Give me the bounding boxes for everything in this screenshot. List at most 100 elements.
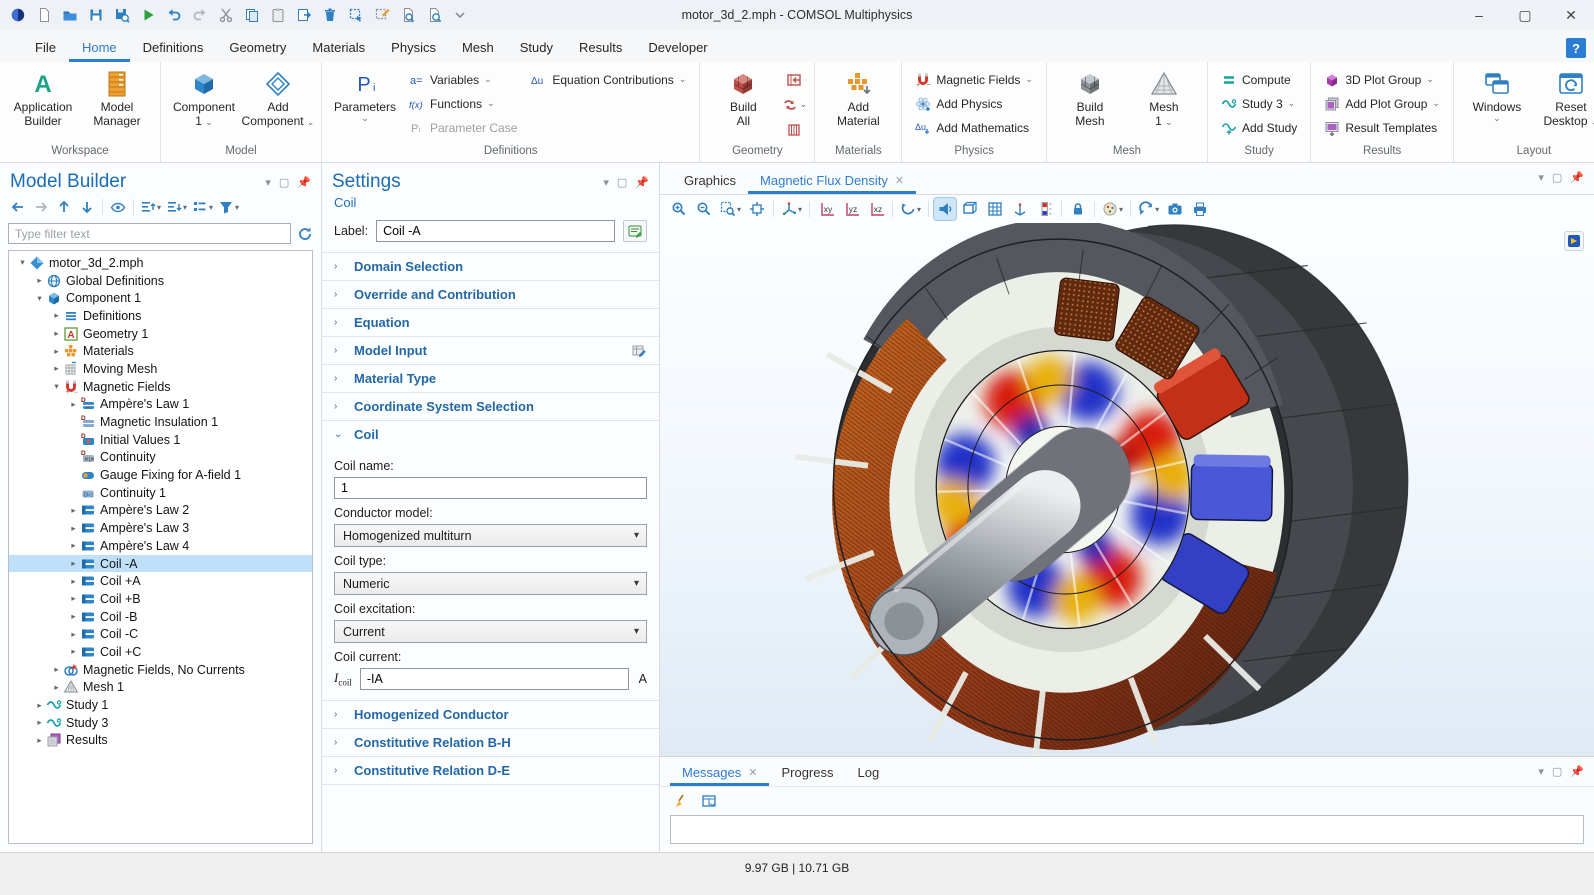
tree-item-coil-b[interactable]: ▸Coil +B (9, 590, 312, 608)
section-override-and-contribution[interactable]: ›Override and Contribution (322, 280, 659, 308)
model-tree-filter-button[interactable]: ▾ (217, 197, 240, 217)
messages-tab-log[interactable]: Log (846, 759, 892, 786)
coil-current-input[interactable] (360, 668, 629, 690)
menu-study[interactable]: Study (507, 34, 566, 62)
conductor-model-select[interactable]: Homogenized multiturn (334, 524, 647, 547)
tree-chevron-icon[interactable]: ▸ (51, 682, 62, 693)
tree-item-gauge-fixing-for-a-field-1[interactable]: Gauge Fixing for A-field 1 (9, 466, 312, 484)
tree-item-component-1[interactable]: ▾Component 1 (9, 289, 312, 307)
add-material-button[interactable]: AddMaterial (822, 66, 894, 143)
equation-contributions-button[interactable]: ΔuEquation Contributions⌄ (525, 68, 692, 91)
snapshot-button[interactable] (1164, 198, 1186, 220)
tree-item-coil-a[interactable]: ▸Coil -A (9, 555, 312, 573)
tree-chevron-icon[interactable]: ▸ (51, 310, 62, 321)
tree-chevron-icon[interactable]: ▸ (34, 700, 45, 711)
tree-chevron-icon[interactable]: ▸ (68, 523, 79, 534)
zoom-box-button[interactable]: ▾ (718, 198, 743, 220)
tree-item-magnetic-fields-no-currents[interactable]: ▸Magnetic Fields, No Currents (9, 661, 312, 679)
tree-chevron-icon[interactable]: ▾ (34, 293, 45, 304)
build-mesh-button[interactable]: BuildMesh (1054, 66, 1126, 143)
coil-excitation-select[interactable]: Current (334, 620, 647, 643)
zoom-in-button[interactable] (668, 198, 690, 220)
section-material-type[interactable]: ›Material Type (322, 364, 659, 392)
environment-button[interactable]: ▾ (1100, 198, 1125, 220)
compute-button[interactable]: Compute (1215, 68, 1303, 91)
print-button[interactable] (1189, 198, 1211, 220)
open-button[interactable] (58, 3, 82, 27)
view-xy-button[interactable]: xy (815, 198, 837, 220)
section-constitutive-relation-d-e[interactable]: ›Constitutive Relation D-E (322, 756, 659, 784)
tree-chevron-icon[interactable]: ▸ (34, 735, 45, 746)
tree-item-global-definitions[interactable]: ▸Global Definitions (9, 272, 312, 290)
tree-item-moving-mesh[interactable]: ▸Moving Mesh (9, 360, 312, 378)
tree-chevron-icon[interactable]: ▾ (51, 381, 62, 392)
menu-mesh[interactable]: Mesh (449, 34, 507, 62)
transparency-button[interactable] (934, 198, 956, 220)
tree-chevron-icon[interactable]: ▸ (68, 646, 79, 657)
tree-item-amp-re-s-law-4[interactable]: ▸Ampère's Law 4 (9, 537, 312, 555)
component-1-button[interactable]: Component1 ⌄ (168, 66, 240, 143)
section-coil[interactable]: ⌄Coil (322, 420, 659, 448)
node-label-button[interactable]: ▾ (191, 197, 214, 217)
section-constitutive-relation-b-h[interactable]: ›Constitutive Relation B-H (322, 728, 659, 756)
float-panel-icon[interactable]: ▢ (279, 176, 289, 189)
grid-button[interactable] (984, 198, 1006, 220)
color-legend-button[interactable] (1034, 198, 1056, 220)
open-table-button[interactable] (698, 790, 720, 812)
tree-chevron-icon[interactable]: ▸ (68, 505, 79, 516)
messages-tab-progress[interactable]: Progress (769, 759, 845, 786)
update-button[interactable]: ▾ (1136, 198, 1161, 220)
result-templates-button[interactable]: Result Templates (1318, 116, 1446, 139)
minimize-button[interactable]: – (1456, 0, 1502, 30)
coil-type-select[interactable]: Numeric (334, 572, 647, 595)
tree-item-motor-3d-2-mph[interactable]: ▾motor_3d_2.mph (9, 254, 312, 272)
section-coordinate-system-selection[interactable]: ›Coordinate System Selection (322, 392, 659, 420)
tree-item-amp-re-s-law-3[interactable]: ▸Ampère's Law 3 (9, 519, 312, 537)
section-domain-selection[interactable]: ›Domain Selection (322, 252, 659, 280)
3d-plot-group-button[interactable]: 3D Plot Group⌄ (1318, 68, 1446, 91)
pin-panel-icon[interactable]: 📌 (1570, 765, 1584, 778)
messages-output[interactable] (670, 815, 1584, 844)
tree-chevron-icon[interactable]: ▸ (68, 593, 79, 604)
virtual-operations-button[interactable] (781, 118, 807, 141)
study-3-button[interactable]: Study 3⌄ (1215, 92, 1303, 115)
label-input[interactable] (376, 220, 615, 242)
rotate-view-button[interactable]: ▾ (898, 198, 923, 220)
section-homogenized-conductor[interactable]: ›Homogenized Conductor (322, 700, 659, 728)
tree-item-magnetic-fields[interactable]: ▾+−Magnetic Fields (9, 378, 312, 396)
close-tab-icon[interactable]: ✕ (895, 174, 904, 187)
tree-chevron-icon[interactable]: ▸ (68, 611, 79, 622)
tree-chevron-icon[interactable]: ▸ (34, 275, 45, 286)
panel-menu-icon[interactable]: ▾ (603, 176, 609, 189)
menu-home[interactable]: Home (69, 34, 130, 62)
tree-chevron-icon[interactable]: ▸ (34, 717, 45, 728)
menu-definitions[interactable]: Definitions (130, 34, 217, 62)
lock-button[interactable] (1067, 198, 1089, 220)
undo-button[interactable] (162, 3, 186, 27)
tree-item-results[interactable]: ▸Results (9, 732, 312, 750)
tree-item-mesh-1[interactable]: ▸Mesh 1 (9, 679, 312, 697)
tree-item-coil-b[interactable]: ▸Coil -B (9, 608, 312, 626)
rename-button[interactable] (623, 220, 647, 242)
tree-item-amp-re-s-law-1[interactable]: ▸DAmpère's Law 1 (9, 396, 312, 414)
parameters-button[interactable]: PiParameters⌄ (329, 66, 401, 143)
move-down-button[interactable] (77, 197, 97, 217)
panel-menu-icon[interactable]: ▾ (1538, 171, 1544, 184)
float-panel-icon[interactable]: ▢ (617, 176, 627, 189)
panel-menu-icon[interactable]: ▾ (265, 176, 271, 189)
tree-chevron-icon[interactable]: ▸ (51, 664, 62, 675)
magnetic-fields-button[interactable]: +−Magnetic Fields⌄ (909, 68, 1039, 91)
brush-select-button[interactable] (370, 3, 394, 27)
add-mathematics-button[interactable]: ΔuAdd Mathematics (909, 116, 1039, 139)
copy-button[interactable] (240, 3, 264, 27)
graphics-tab-graphics[interactable]: Graphics (672, 167, 748, 194)
collapse-all-button[interactable]: ▾ (139, 197, 162, 217)
tree-chevron-icon[interactable]: ▸ (51, 363, 62, 374)
tree-chevron-icon[interactable]: ▸ (68, 540, 79, 551)
mesh-1-button[interactable]: Mesh1 ⌄ (1128, 66, 1200, 143)
find-button[interactable] (422, 3, 446, 27)
tree-chevron-icon[interactable]: ▸ (51, 346, 62, 357)
move-up-button[interactable] (54, 197, 74, 217)
show-button[interactable] (108, 197, 128, 217)
tree-item-coil-c[interactable]: ▸Coil +C (9, 643, 312, 661)
